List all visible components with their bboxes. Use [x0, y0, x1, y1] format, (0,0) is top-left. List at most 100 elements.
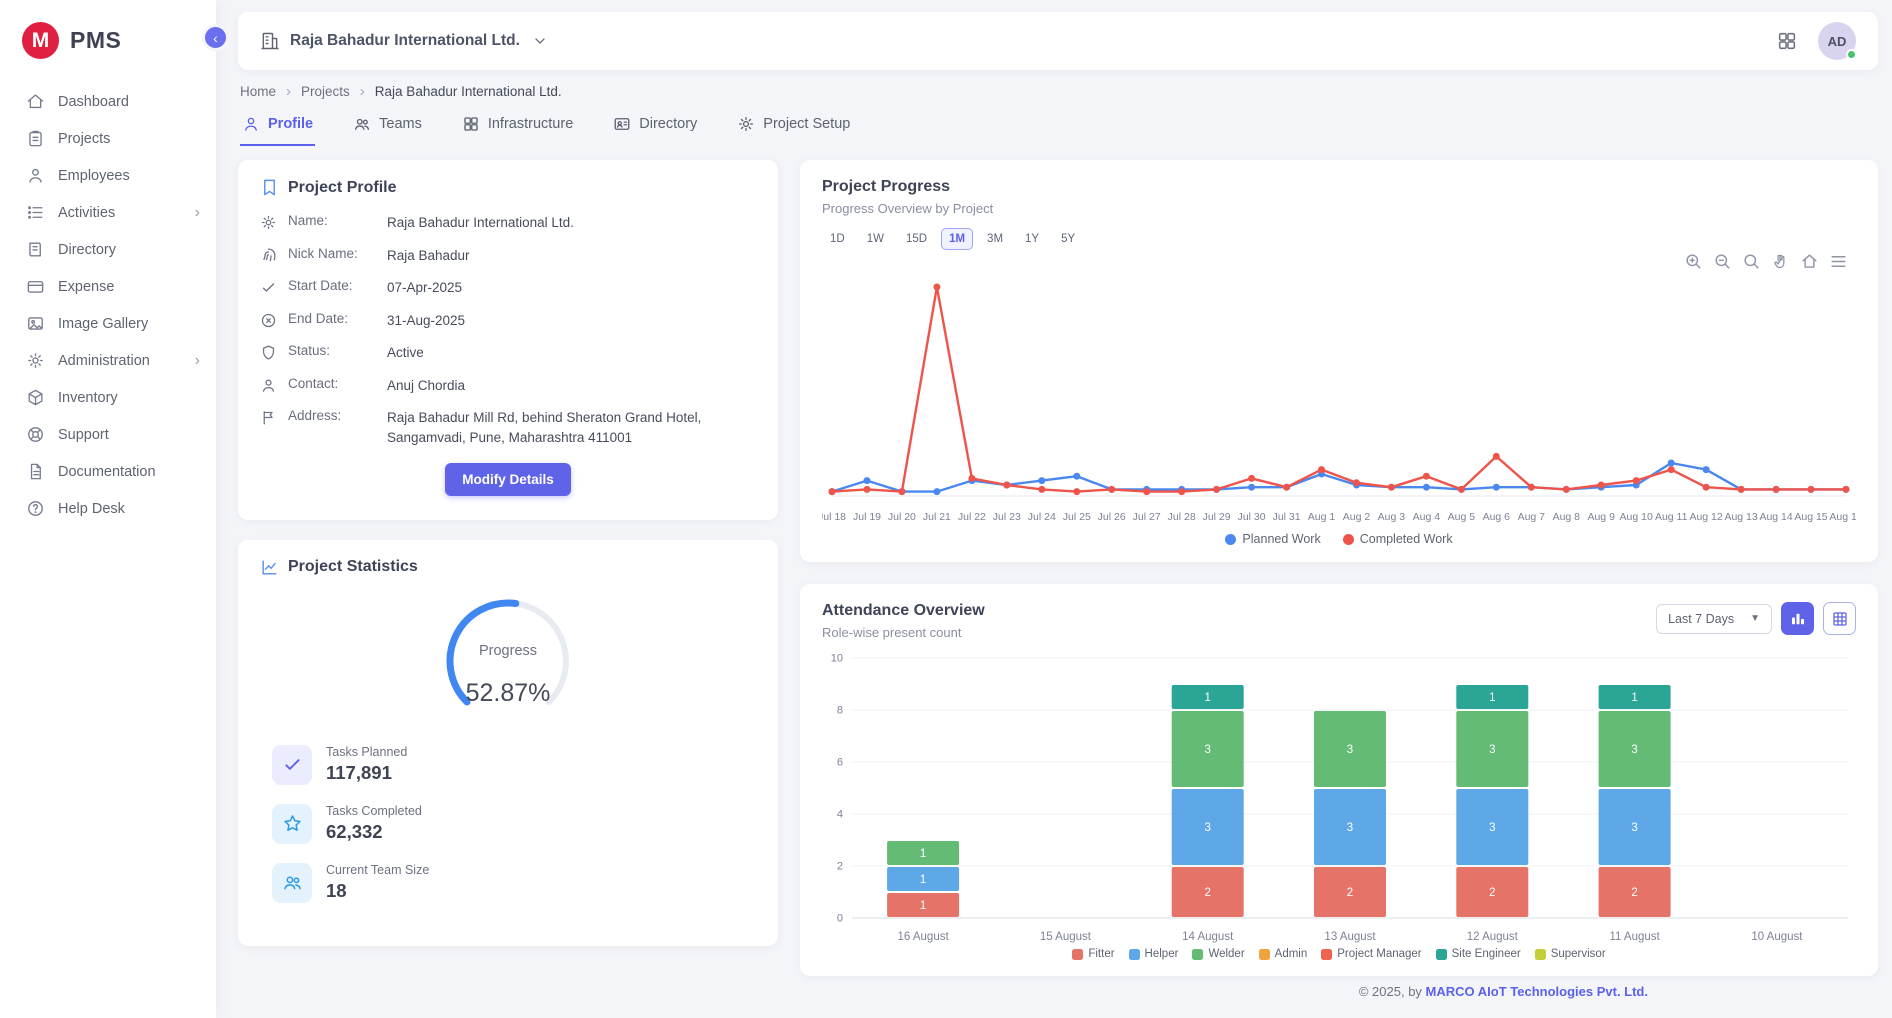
- sidebar-item-label: Image Gallery: [58, 316, 148, 332]
- avatar-initials: AD: [1828, 34, 1847, 49]
- zoom-out-icon[interactable]: [1713, 252, 1732, 271]
- legend-item[interactable]: Planned Work: [1225, 532, 1320, 546]
- sidebar-item-inventory[interactable]: Inventory: [0, 379, 216, 416]
- svg-text:Aug 8: Aug 8: [1553, 511, 1581, 523]
- tab-profile[interactable]: Profile: [240, 111, 315, 146]
- legend-item[interactable]: Welder: [1192, 948, 1244, 960]
- range-1w[interactable]: 1W: [859, 228, 892, 250]
- field-contact: Contact: Anuj Chordia: [260, 376, 756, 396]
- tab-label: Profile: [268, 116, 313, 132]
- range-1m[interactable]: 1M: [941, 228, 973, 250]
- sidebar-item-projects[interactable]: Projects: [0, 120, 216, 157]
- logo-mark-icon: M: [22, 22, 59, 59]
- status-value: Active: [387, 343, 424, 363]
- image-icon: [26, 314, 45, 333]
- project-progress-card: Project Progress Progress Overview by Pr…: [800, 160, 1878, 562]
- svg-text:3: 3: [1347, 744, 1353, 756]
- online-status-dot: [1846, 49, 1857, 60]
- pan-icon[interactable]: [1771, 252, 1790, 271]
- app-logo[interactable]: M PMS: [0, 0, 216, 75]
- svg-text:Aug 3: Aug 3: [1378, 511, 1406, 523]
- company-link[interactable]: MARCO AIoT Technologies Pvt. Ltd.: [1426, 984, 1648, 999]
- breadcrumb-projects[interactable]: Projects: [301, 84, 350, 99]
- range-1y[interactable]: 1Y: [1017, 228, 1047, 250]
- project-progress-chart[interactable]: Jul 18Jul 19Jul 20Jul 21Jul 22Jul 23Jul …: [822, 252, 1856, 532]
- svg-text:Jul 27: Jul 27: [1133, 511, 1161, 523]
- date-range-select[interactable]: Last 7 Days ▼: [1656, 604, 1772, 634]
- legend-item[interactable]: Fitter: [1072, 948, 1114, 960]
- svg-text:Aug 13: Aug 13: [1724, 511, 1757, 523]
- menu-icon[interactable]: [1829, 252, 1848, 271]
- sidebar-item-directory[interactable]: Directory: [0, 231, 216, 268]
- svg-text:Jul 22: Jul 22: [958, 511, 986, 523]
- legend-item[interactable]: Admin: [1259, 948, 1308, 960]
- sidebar-item-activities[interactable]: Activities ›: [0, 194, 216, 231]
- people-icon: [353, 115, 371, 133]
- select-value: Last 7 Days: [1668, 612, 1734, 626]
- sidebar-item-administration[interactable]: Administration ›: [0, 342, 216, 379]
- check-icon: [272, 745, 312, 785]
- user-avatar[interactable]: AD: [1818, 22, 1856, 60]
- sidebar: M PMS Dashboard Projects Employees Activ…: [0, 0, 216, 1018]
- sidebar-item-image-gallery[interactable]: Image Gallery: [0, 305, 216, 342]
- box-icon: [26, 388, 45, 407]
- list-icon: [26, 203, 45, 222]
- range-5y[interactable]: 5Y: [1053, 228, 1083, 250]
- legend-item[interactable]: Project Manager: [1321, 948, 1421, 960]
- svg-text:Aug 16: Aug 16: [1829, 511, 1856, 523]
- tab-directory[interactable]: Directory: [611, 111, 699, 146]
- svg-text:3: 3: [1204, 822, 1210, 834]
- tab-label: Teams: [379, 116, 422, 132]
- field-address: Address: Raja Bahadur Mill Rd, behind Sh…: [260, 408, 756, 447]
- modify-details-button[interactable]: Modify Details: [445, 463, 571, 496]
- svg-text:16 August: 16 August: [898, 931, 950, 943]
- table-view-button[interactable]: [1823, 602, 1856, 635]
- tab-teams[interactable]: Teams: [351, 111, 424, 146]
- sidebar-item-documentation[interactable]: Documentation: [0, 453, 216, 490]
- range-15d[interactable]: 15D: [898, 228, 935, 250]
- attendance-chart[interactable]: 024681011116 August15 August233114 Augus…: [822, 648, 1856, 948]
- sidebar-item-support[interactable]: Support: [0, 416, 216, 453]
- line-chart-icon: [260, 558, 279, 577]
- tab-infrastructure[interactable]: Infrastructure: [460, 111, 575, 146]
- svg-text:1: 1: [1489, 692, 1495, 704]
- company-selector[interactable]: Raja Bahadur International Ltd.: [260, 31, 548, 51]
- sidebar-collapse-button[interactable]: ‹: [202, 24, 229, 51]
- legend-item[interactable]: Helper: [1129, 948, 1179, 960]
- sidebar-item-help-desk[interactable]: Help Desk: [0, 490, 216, 527]
- sidebar-nav: Dashboard Projects Employees Activities …: [0, 75, 216, 527]
- card-title: Project Progress: [822, 178, 1856, 196]
- range-1d[interactable]: 1D: [822, 228, 853, 250]
- sidebar-item-label: Administration: [58, 353, 150, 369]
- bar-chart-view-button[interactable]: [1781, 602, 1814, 635]
- breadcrumb-home[interactable]: Home: [240, 84, 276, 99]
- document-icon: [26, 462, 45, 481]
- legend-item[interactable]: Completed Work: [1343, 532, 1453, 546]
- chevron-right-icon: ›: [195, 205, 200, 221]
- legend-item[interactable]: Site Engineer: [1436, 948, 1521, 960]
- svg-text:1: 1: [920, 900, 926, 912]
- home-icon: [26, 92, 45, 111]
- sidebar-item-label: Directory: [58, 242, 116, 258]
- svg-text:Jul 21: Jul 21: [923, 511, 951, 523]
- building-icon: [260, 31, 280, 51]
- selection-zoom-icon[interactable]: [1742, 252, 1761, 271]
- home-icon[interactable]: [1800, 252, 1819, 271]
- chevron-down-icon: [532, 33, 548, 49]
- copyright-text: © 2025, by: [1359, 984, 1426, 999]
- sidebar-item-expense[interactable]: Expense: [0, 268, 216, 305]
- svg-text:Jul 20: Jul 20: [888, 511, 916, 523]
- tab-project-setup[interactable]: Project Setup: [735, 111, 852, 146]
- sidebar-item-employees[interactable]: Employees: [0, 157, 216, 194]
- sidebar-item-dashboard[interactable]: Dashboard: [0, 83, 216, 120]
- sidebar-item-label: Help Desk: [58, 501, 125, 517]
- zoom-in-icon[interactable]: [1684, 252, 1703, 271]
- apps-grid-icon[interactable]: [1776, 30, 1798, 52]
- sidebar-item-label: Projects: [58, 131, 110, 147]
- bar-chart-legend: Fitter Helper Welder Admin Project Manager Si…: [822, 948, 1856, 966]
- legend-item[interactable]: Supervisor: [1535, 948, 1606, 960]
- range-3m[interactable]: 3M: [979, 228, 1011, 250]
- sidebar-item-label: Documentation: [58, 464, 156, 480]
- chart-toolbar: [1684, 252, 1848, 271]
- credit-card-icon: [26, 277, 45, 296]
